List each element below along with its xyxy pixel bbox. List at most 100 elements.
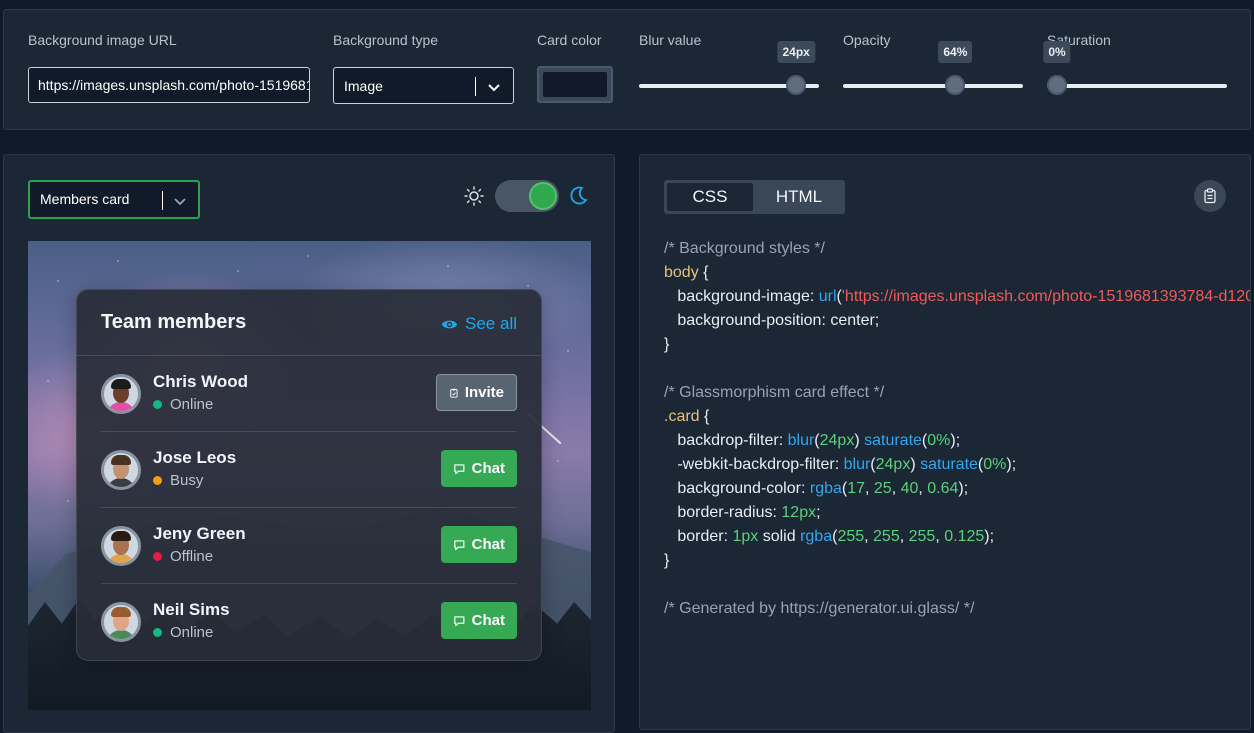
- saturation-slider[interactable]: 0%: [1043, 41, 1227, 95]
- css-code-block: /* Background styles */ body { background…: [664, 237, 1250, 621]
- member-status: Online: [153, 396, 213, 413]
- eye-icon: [441, 320, 458, 328]
- code-token: ,: [935, 528, 945, 545]
- clipboard-icon: [1204, 188, 1216, 204]
- bg-url-input[interactable]: https://images.unsplash.com/photo-151968…: [28, 67, 310, 103]
- select-separator: [162, 191, 163, 210]
- avatar: [101, 450, 141, 490]
- invite-button[interactable]: Invite: [436, 374, 517, 411]
- code-token: .card: [664, 408, 700, 425]
- theme-toggle[interactable]: [495, 180, 559, 212]
- card-color-swatch: [543, 72, 607, 97]
- blur-slider[interactable]: 24px: [639, 41, 819, 95]
- template-select[interactable]: Members card: [28, 180, 200, 219]
- code-token: 0%: [983, 456, 1007, 473]
- bg-type-select[interactable]: Image: [333, 67, 514, 104]
- member-row: Jose Leos Busy Chat: [101, 432, 517, 508]
- saturation-value-tooltip: 0%: [1043, 41, 1071, 63]
- code-token: 255: [908, 528, 936, 545]
- code-token: 255: [837, 528, 865, 545]
- code-line: border-radius: 12px;: [664, 501, 1244, 525]
- blur-slider-thumb[interactable]: [786, 75, 807, 95]
- code-token: /* Glassmorphism card effect */: [664, 384, 885, 401]
- code-token: border-radius:: [664, 504, 782, 521]
- code-token: }: [664, 552, 670, 569]
- code-token: rgba: [809, 480, 842, 497]
- opacity-slider[interactable]: 64%: [843, 41, 1023, 95]
- member-status-text: Busy: [170, 472, 204, 489]
- code-line: background-position: center;: [664, 309, 1244, 333]
- code-token: rgba: [800, 528, 833, 545]
- code-token: 40: [900, 480, 919, 497]
- card-color-picker[interactable]: [537, 66, 613, 103]
- status-dot: [153, 628, 162, 637]
- chat-bubble-icon: [454, 615, 465, 626]
- code-line: .card {: [664, 405, 1244, 429]
- member-name: Neil Sims: [153, 600, 230, 619]
- bg-type-label: Background type: [333, 32, 439, 48]
- chat-button[interactable]: Chat: [441, 450, 517, 487]
- code-token: 'https://images.unsplash.com/photo-15196…: [841, 288, 1250, 305]
- code-token: 0.125: [944, 528, 985, 545]
- code-token: backdrop-filter:: [664, 432, 788, 449]
- blur-value-tooltip: 24px: [777, 41, 815, 63]
- code-token: /* Generated by https://generator.ui.gla…: [664, 600, 975, 617]
- tab-css[interactable]: CSS: [667, 183, 753, 211]
- status-dot: [153, 552, 162, 561]
- chat-button-label: Chat: [471, 536, 505, 553]
- preview-canvas: Team members See all Chris Wood Online I…: [28, 241, 591, 710]
- code-line: -webkit-backdrop-filter: blur(24px) satu…: [664, 453, 1244, 477]
- avatar: [101, 602, 141, 642]
- code-token: ;: [816, 504, 821, 521]
- code-token: ,: [918, 480, 928, 497]
- status-dot: [153, 476, 162, 485]
- code-token: ,: [864, 528, 874, 545]
- code-token: saturate: [864, 432, 922, 449]
- code-token: {: [699, 408, 710, 425]
- code-token: body: [664, 264, 699, 281]
- member-status-text: Online: [170, 396, 214, 413]
- chat-button-label: Chat: [471, 460, 505, 477]
- code-token: saturate: [920, 456, 978, 473]
- card-color-label: Card color: [537, 32, 602, 48]
- theme-toggle-knob: [529, 182, 557, 210]
- code-line: body {: [664, 261, 1244, 285]
- blur-label: Blur value: [639, 32, 702, 48]
- opacity-slider-thumb[interactable]: [945, 75, 966, 95]
- chat-button[interactable]: Chat: [441, 602, 517, 639]
- code-line: /* Generated by https://generator.ui.gla…: [664, 597, 1244, 621]
- code-token: blur: [843, 456, 871, 473]
- code-token: :: [809, 288, 819, 305]
- code-token: 24px: [875, 456, 911, 473]
- avatar: [101, 374, 141, 414]
- member-status-text: Offline: [170, 548, 214, 565]
- code-token: );: [958, 480, 969, 497]
- team-members-card: Team members See all Chris Wood Online I…: [76, 289, 542, 661]
- tab-html[interactable]: HTML: [756, 183, 842, 211]
- see-all-link[interactable]: See all: [441, 314, 517, 334]
- card-title: Team members: [101, 311, 247, 333]
- code-line: }: [664, 549, 1244, 573]
- code-token: 0.64: [927, 480, 959, 497]
- member-status-text: Online: [170, 624, 214, 641]
- opacity-label: Opacity: [843, 32, 891, 48]
- code-token: ): [910, 456, 921, 473]
- code-line: }: [664, 333, 1244, 357]
- bg-type-value: Image: [344, 78, 383, 94]
- saturation-slider-thumb[interactable]: [1047, 75, 1067, 95]
- chat-bubble-icon: [454, 463, 465, 474]
- chat-button[interactable]: Chat: [441, 526, 517, 563]
- controls-panel: Background image URL https://images.unsp…: [3, 9, 1251, 130]
- code-token: blur: [787, 432, 815, 449]
- moon-icon: [570, 186, 588, 205]
- member-status: Online: [153, 624, 213, 641]
- chat-button-label: Chat: [471, 612, 505, 629]
- code-line: /* Background styles */: [664, 237, 1244, 261]
- code-line: border: 1px solid rgba(255, 255, 255, 0.…: [664, 525, 1244, 549]
- bg-url-label: Background image URL: [28, 32, 177, 48]
- code-token: );: [1006, 456, 1017, 473]
- copy-code-button[interactable]: [1194, 180, 1226, 212]
- code-token: 17: [847, 480, 866, 497]
- code-token: background-image: [664, 288, 810, 305]
